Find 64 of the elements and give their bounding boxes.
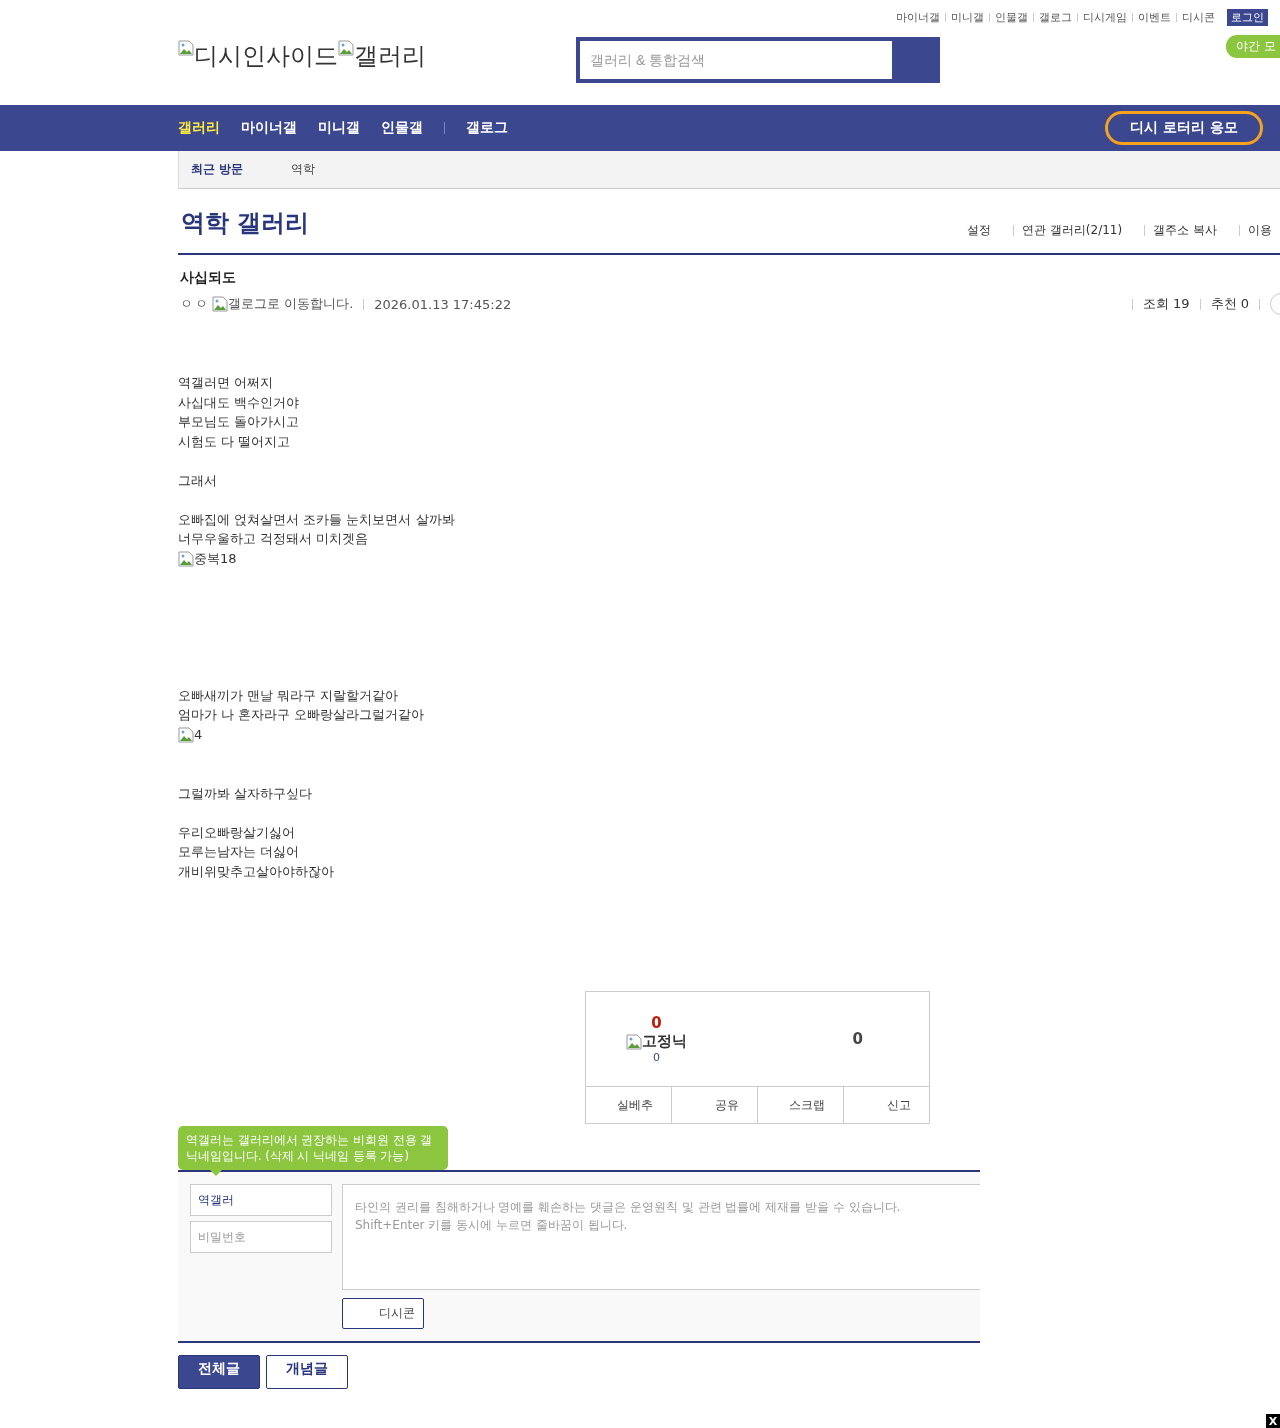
- broken-image-icon: [626, 1033, 642, 1050]
- list-tab[interactable]: 개념글: [266, 1355, 348, 1389]
- recommend-count: 추천 0: [1210, 295, 1249, 313]
- nickname-field[interactable]: 역갤러: [190, 1184, 332, 1216]
- top-link[interactable]: 마이너갤: [891, 10, 945, 25]
- list-tab[interactable]: 전체글: [178, 1355, 260, 1389]
- post-text-line: 엄마가 나 혼자라구 오빠랑살라그럴거같아: [178, 706, 426, 724]
- recent-gallery-link[interactable]: 역학: [291, 161, 315, 178]
- nav-tab[interactable]: 마이너갤: [241, 119, 297, 137]
- post-text-line: 부모님도 돌아가시고: [178, 413, 301, 431]
- gallery-link[interactable]: 연관 갤러리(2/11): [1014, 222, 1131, 239]
- search-field[interactable]: 갤러리 & 통합검색: [580, 41, 892, 79]
- post-text-line: 너무우울하고 걱정돼서 미치겟음: [178, 530, 370, 548]
- fixed-nick-image: 고정닉: [626, 1032, 687, 1051]
- gallery-link[interactable]: 설정: [959, 222, 1000, 239]
- nav-tab[interactable]: 미니갤: [318, 119, 360, 137]
- top-link[interactable]: 미니갤: [946, 10, 989, 25]
- dccon-button[interactable]: 디시콘: [342, 1298, 424, 1329]
- tooltip-pointer: [210, 1170, 222, 1176]
- nav-tab[interactable]: 인물갤: [381, 119, 423, 137]
- downvote-count: 0: [852, 1030, 863, 1048]
- broken-image-icon: [178, 550, 194, 567]
- post-text-line: 그럴까봐 살자하구싶다: [178, 784, 314, 803]
- recent-label: 최근 방문: [190, 161, 245, 178]
- login-button[interactable]: 로그인: [1227, 9, 1268, 26]
- fixed-nick-count: 0: [653, 1051, 660, 1064]
- gallog-link[interactable]: 갤로그로 이동합니다.: [212, 295, 354, 313]
- broken-image-icon: [338, 40, 354, 56]
- gallery-title[interactable]: 역학 갤러리: [181, 207, 310, 239]
- upvote-count: 0: [651, 1014, 662, 1032]
- post-text-line: 그래서: [178, 471, 218, 490]
- post-date: 2026.01.13 17:45:22: [374, 296, 512, 312]
- post-text-line: 우리오빠랑살기싫어: [178, 823, 296, 842]
- broken-image: 중복18: [178, 548, 237, 569]
- top-link[interactable]: 디시게임: [1078, 10, 1132, 25]
- post-text-line: 역갤러면 어쩌지: [178, 374, 275, 392]
- gallery-link[interactable]: 갤주소 복사: [1145, 222, 1225, 239]
- comment-field[interactable]: 타인의 권리를 침해하거나 명예를 훼손하는 댓글은 운영원칙 및 관련 법률에 제재를 받을 수 있습니다. Shift+Enter 키를 동시에 누르면 줄바꿈이 됩니다.: [342, 1184, 980, 1290]
- post-text-line: 시험도 다 떨어지고: [178, 432, 292, 451]
- broken-image: 4: [178, 724, 203, 745]
- post-title: 사십되도: [180, 269, 237, 287]
- view-count: 조회 19: [1142, 295, 1190, 313]
- close-button[interactable]: X: [1266, 1414, 1280, 1428]
- nickname-tooltip: 역갤러는 갤러리에서 권장하는 비회원 전용 갤닉네임입니다. (삭제 시 닉네임 등록 가능): [178, 1126, 448, 1170]
- broken-image-icon: [178, 726, 194, 743]
- post-text-line: 사십대도 백수인거야: [178, 393, 301, 412]
- post-text-line: 모루는남자는 더싫어: [178, 843, 301, 861]
- top-link[interactable]: 갤로그: [1034, 10, 1077, 25]
- top-link[interactable]: 이벤트: [1133, 10, 1176, 25]
- broken-image-icon: [212, 296, 228, 312]
- top-link[interactable]: 인물갤: [990, 10, 1033, 25]
- gallery-link[interactable]: 이용: [1240, 222, 1280, 239]
- lottery-button[interactable]: 디시 로터리 응모: [1105, 111, 1263, 145]
- password-field[interactable]: 비밀번호: [190, 1221, 332, 1253]
- top-link[interactable]: 디시콘: [1177, 10, 1220, 25]
- site-logo[interactable]: 디시인사이드: [178, 40, 338, 72]
- post-text-line: 개비위맞추고살아야하잖아: [178, 862, 335, 881]
- gallery-logo[interactable]: 갤러리: [338, 40, 426, 72]
- post-text-line: 오빠새끼가 맨날 뭐라구 지랄할거같아: [178, 686, 400, 705]
- nav-tab[interactable]: 갤러리: [178, 119, 220, 137]
- post-text-line: 오빠집에 얹쳐살면서 조카들 눈치보면서 살까봐: [178, 510, 456, 529]
- broken-image-icon: [178, 40, 194, 56]
- nav-tab[interactable]: 갤로그: [466, 119, 508, 137]
- author-name[interactable]: ㅇㅇ: [180, 295, 210, 313]
